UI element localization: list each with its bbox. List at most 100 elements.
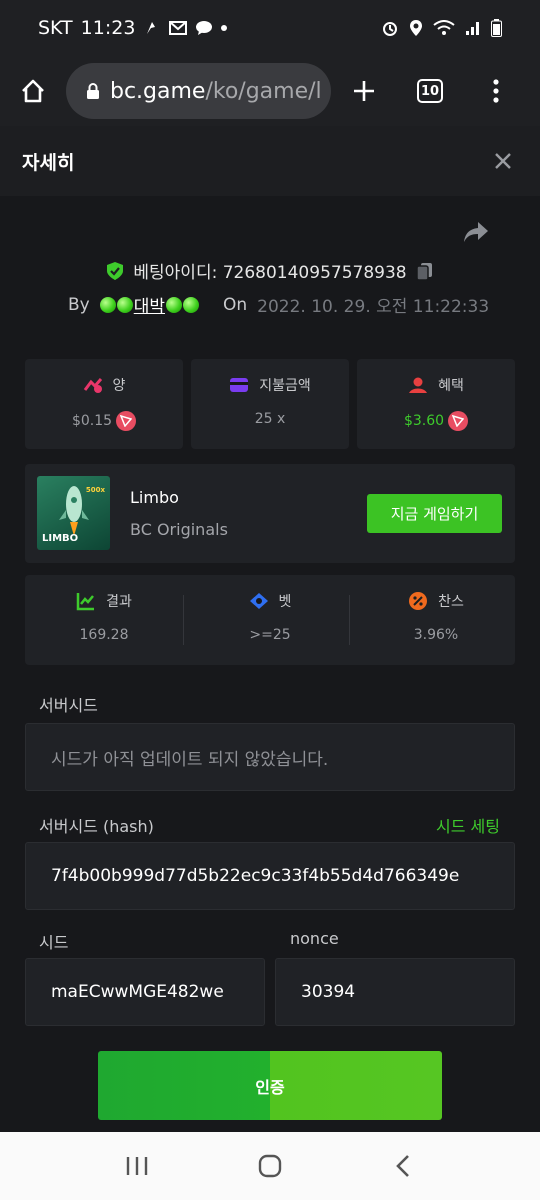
chat-icon [195, 20, 213, 36]
stat-label: 지불금액 [259, 378, 311, 394]
close-icon [495, 153, 511, 169]
percent-icon [409, 592, 428, 610]
client-seed-label: 시드 [39, 933, 69, 952]
server-seed-hash-label: 서버시드 (hash) [39, 817, 154, 836]
plus-icon [354, 81, 374, 101]
browser-menu-button[interactable] [463, 56, 529, 126]
timestamp: 2022. 10. 29. 오전 11:22:33 [257, 297, 490, 317]
close-button[interactable] [488, 146, 518, 176]
results-card: 결과 169.28 벳 >=25 찬스 3.96% [25, 575, 515, 665]
chance-value: 3.96% [413, 627, 459, 643]
profit-icon [409, 377, 428, 393]
carrier-label: SKT [38, 17, 73, 39]
signal-icon [465, 20, 481, 36]
share-button[interactable] [462, 220, 490, 244]
url-host: bc.game [110, 78, 206, 104]
server-seed-label: 서버시드 [39, 696, 98, 715]
nonce-label: nonce [290, 929, 339, 948]
status-bar: SKT 11:23 [0, 0, 540, 56]
home-button[interactable] [0, 56, 66, 126]
wifi-icon [433, 20, 455, 36]
chart-icon [76, 593, 95, 611]
stat-card-payout: 지불금액 25 x [191, 359, 349, 449]
username-link[interactable]: 대박 [99, 292, 200, 317]
divider [183, 595, 184, 645]
share-icon [464, 222, 488, 242]
game-provider: BC Originals [130, 520, 228, 539]
thumb-logo: LIMBO [42, 533, 79, 544]
tron-coin-icon [448, 411, 469, 431]
tab-count: 10 [417, 79, 443, 103]
result-label: 결과 [106, 594, 132, 610]
copy-icon[interactable] [415, 261, 435, 281]
notification-app-icon [143, 19, 161, 37]
play-now-button[interactable]: 지금 게임하기 [367, 494, 502, 533]
bet-amount-icon [83, 378, 102, 393]
stat-card-amount: 양 $0.15 [25, 359, 183, 449]
green-ball-icon [166, 296, 183, 313]
verify-button[interactable]: 인증 [98, 1051, 442, 1120]
stat-value: 25 x [254, 411, 286, 427]
by-row: By 대박 On 2022. 10. 29. 오전 11:22:33 [68, 292, 490, 318]
stat-label: 혜택 [438, 378, 464, 394]
browser-toolbar: bc.game/ko/game/l 10 [0, 56, 540, 126]
username: 대박 [133, 297, 166, 317]
alarm-icon [381, 19, 399, 37]
divider [349, 595, 350, 645]
home-nav-button[interactable] [240, 1136, 300, 1196]
bet-label: 벳 [278, 594, 292, 610]
game-card: 500x LIMBO Limbo BC Originals 지금 게임하기 [25, 464, 515, 563]
seed-settings-link[interactable]: 시드 세팅 [436, 813, 500, 837]
more-vert-icon [493, 79, 499, 103]
bet-condition-cell: 벳 >=25 [191, 575, 349, 665]
tron-coin-icon [116, 411, 137, 431]
home-icon [22, 79, 44, 103]
recent-apps-button[interactable] [107, 1136, 167, 1196]
thumb-multiplier: 500x [85, 486, 105, 494]
client-seed-value: maECwwMGE482we [51, 982, 224, 1002]
on-label: On [223, 294, 248, 315]
detail-header: 자세히 [0, 126, 540, 196]
game-thumbnail[interactable]: 500x LIMBO [37, 476, 110, 550]
url-path: /ko/game/l [205, 78, 322, 104]
battery-icon [491, 19, 502, 37]
bet-value: >=25 [249, 627, 291, 643]
page-title: 자세히 [22, 151, 75, 174]
server-seed-hash-value: 7f4b00b999d77d5b22ec9c33f4b55d4d766349e [51, 866, 460, 886]
dot-icon [221, 25, 228, 31]
green-ball-icon [99, 296, 116, 313]
green-ball-icon [183, 296, 200, 313]
back-button[interactable] [373, 1136, 433, 1196]
nonce-value: 30394 [301, 982, 356, 1002]
result-cell: 결과 169.28 [25, 575, 183, 665]
bet-id-row: 베팅아이디: 72680140957578938 [0, 258, 540, 283]
server-seed-hash-field[interactable]: 7f4b00b999d77d5b22ec9c33f4b55d4d766349e [25, 842, 515, 910]
back-chevron-icon [396, 1155, 410, 1177]
stat-label: 양 [112, 378, 126, 394]
mail-icon [169, 21, 188, 35]
bet-detail-content: 베팅아이디: 72680140957578938 By 대박 On 2022. … [0, 196, 540, 1132]
chance-cell: 찬스 3.96% [357, 575, 515, 665]
target-icon [249, 593, 268, 609]
bet-id: 베팅아이디: 72680140957578938 [133, 263, 407, 283]
location-icon [409, 19, 423, 37]
result-value: 169.28 [79, 627, 129, 643]
system-nav-bar [0, 1132, 540, 1200]
game-name: Limbo [130, 488, 179, 507]
server-seed-placeholder: 시드가 아직 업데이트 되지 않았습니다. [51, 749, 329, 770]
lock-icon [86, 82, 100, 100]
by-label: By [68, 294, 90, 315]
new-tab-button[interactable] [331, 56, 397, 126]
wallet-icon [230, 378, 249, 392]
client-seed-field[interactable]: maECwwMGE482we [25, 958, 265, 1026]
tabs-button[interactable]: 10 [397, 56, 463, 126]
address-bar[interactable]: bc.game/ko/game/l [66, 63, 331, 119]
server-seed-field[interactable]: 시드가 아직 업데이트 되지 않았습니다. [25, 723, 515, 791]
chance-label: 찬스 [438, 594, 464, 610]
nonce-field[interactable]: 30394 [275, 958, 515, 1026]
stat-value: $3.60 [403, 413, 445, 429]
home-circle-icon [258, 1154, 282, 1178]
clock: 11:23 [80, 17, 136, 39]
recents-icon [126, 1157, 147, 1175]
verified-shield-icon [107, 261, 124, 280]
